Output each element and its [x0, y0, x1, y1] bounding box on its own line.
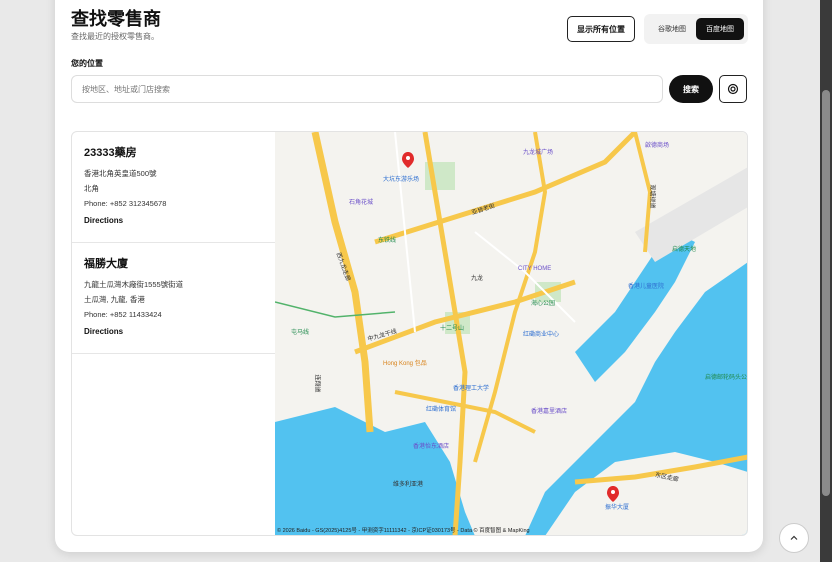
chevron-up-icon: [790, 535, 798, 540]
map-label: 东铁线: [378, 238, 397, 244]
map-label: 大坑东游乐场: [383, 177, 420, 183]
directions-link[interactable]: Directions: [84, 216, 263, 225]
store-district: 土瓜灣, 九龍, 香港: [84, 295, 145, 304]
store-address: 香港北角英皇道500號: [84, 169, 157, 178]
store-name: 福勝大廈: [84, 258, 128, 270]
map-provider-toggle: 谷歌地图 百度地图: [644, 14, 748, 44]
location-search-input[interactable]: [71, 75, 663, 103]
store-name: 23333藥房: [84, 147, 137, 159]
list-item[interactable]: 福勝大廈 九龍土瓜灣木廠街1555號街道 土瓜灣, 九龍, 香港 Phone: …: [72, 243, 275, 354]
map-label: 石角花城: [349, 200, 374, 206]
store-phone: Phone: +852 312345678: [84, 199, 167, 208]
map-label: 啟德商场: [645, 143, 670, 149]
map-view[interactable]: 九龙城广场 啟德商场 大坑东游乐场 石角花城 东铁线 亚皆老街 西九龙走廊 九龙…: [275, 132, 748, 535]
map-label: 观塘绕道: [648, 184, 655, 209]
map-label: 香港嘉里酒店: [531, 409, 568, 415]
baidu-map-tab[interactable]: 百度地图: [696, 18, 744, 40]
map-label: Hong Kong 包品: [383, 361, 427, 367]
results-panel: 23333藥房 香港北角英皇道500號 北角 Phone: +852 31234…: [71, 131, 748, 536]
map-label: 十二号山: [440, 326, 465, 332]
major-road: [374, 132, 637, 245]
major-road: [311, 132, 374, 433]
map-label: 红磡体育馆: [426, 407, 457, 413]
map-label: 启德邮轮码头公园: [705, 375, 748, 381]
directions-link[interactable]: Directions: [84, 327, 263, 336]
list-item[interactable]: 23333藥房 香港北角英皇道500號 北角 Phone: +852 31234…: [72, 132, 275, 243]
map-copyright: © 2026 Baidu - GS(2025)4125号 - 甲测资字11111…: [277, 528, 530, 534]
map-label: 红磡商业中心: [523, 332, 560, 338]
map-label: 九龙: [471, 276, 484, 282]
map-label: 维多利亚港: [393, 482, 424, 488]
map-label: 振华大厦: [605, 505, 630, 511]
store-district: 北角: [84, 184, 99, 193]
store-phone: Phone: +852 11433424: [84, 310, 162, 319]
store-address: 九龍土瓜灣木廠街1555號街道: [84, 280, 184, 289]
map-label: CITY HOME: [518, 266, 552, 272]
locate-me-button[interactable]: [719, 75, 747, 103]
map-label: 海心公园: [531, 301, 556, 307]
show-all-locations-button[interactable]: 显示所有位置: [567, 16, 635, 42]
map-label: 屯马线: [291, 330, 310, 336]
map-label: 连翔道: [313, 374, 320, 393]
store-pin-1: [402, 152, 414, 168]
rail-line: [275, 301, 396, 318]
search-button[interactable]: 搜索: [669, 75, 713, 103]
map-label: 香港怡东酒店: [413, 444, 450, 450]
page-scrollbar[interactable]: [820, 0, 832, 562]
store-list: 23333藥房 香港北角英皇道500號 北角 Phone: +852 31234…: [72, 132, 275, 535]
target-icon: [727, 83, 739, 95]
page-title: 查找零售商: [71, 9, 161, 29]
page-subtitle: 查找最近的授权零售商。: [71, 32, 159, 41]
map-label: 香港儿童医院: [628, 284, 665, 290]
back-to-top-button[interactable]: [779, 523, 809, 553]
major-road: [354, 279, 576, 355]
map-label: 启德天地: [672, 247, 697, 253]
harbour-water-west: [275, 407, 475, 535]
map-label: 九龙城广场: [523, 150, 554, 156]
google-map-tab[interactable]: 谷歌地图: [650, 18, 694, 40]
map-label: 香港理工大学: [453, 386, 490, 392]
location-label: 您的位置: [71, 59, 103, 68]
scrollbar-thumb[interactable]: [822, 90, 830, 496]
